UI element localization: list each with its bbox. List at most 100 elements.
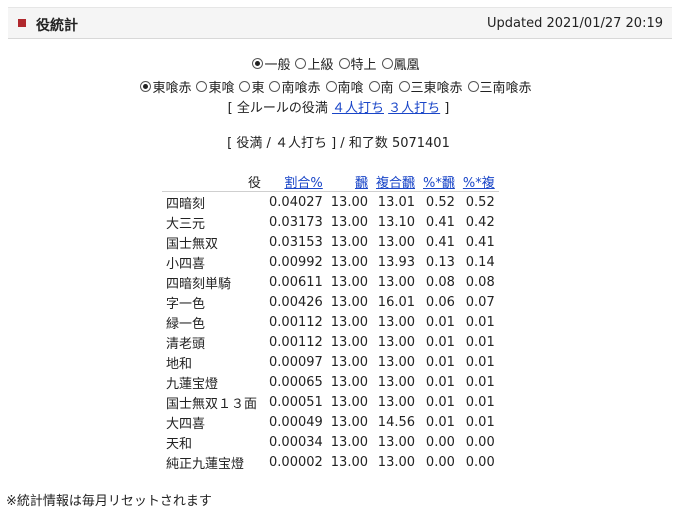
cell-han: 13.00 — [330, 234, 368, 250]
cell-compound-han: 13.00 — [377, 234, 416, 250]
rank-radio-3[interactable]: 鳳凰 — [381, 54, 420, 73]
table-row: 大四喜 0.00049 13.00 14.56 0.01 0.01 — [162, 412, 499, 432]
cell-ratio: 0.00034 — [269, 434, 323, 450]
rule-radio-5[interactable]: 南 — [368, 77, 394, 96]
rule-radio-3[interactable]: 南喰赤 — [269, 77, 321, 96]
radio-circle-icon — [269, 81, 281, 92]
cell-ratio: 0.00051 — [269, 394, 323, 410]
cell-pct-han: 0.01 — [425, 414, 455, 430]
cell-compound-han: 13.00 — [377, 434, 416, 450]
col-header-yaku: 役 — [248, 175, 262, 191]
col-header-han[interactable]: 飜 — [327, 171, 372, 192]
all-rules-3p-link[interactable]: ３人打ち — [388, 101, 440, 116]
cell-compound-han: 16.01 — [377, 294, 416, 310]
rule-radio-2[interactable]: 東 — [239, 77, 264, 96]
cell-ratio: 0.03153 — [269, 234, 323, 250]
bracket-close: ] — [444, 101, 450, 116]
cell-compound-han: 13.93 — [377, 254, 416, 270]
rank-radio-1[interactable]: 上級 — [295, 54, 334, 73]
rule-radio-label: 南 — [380, 81, 394, 96]
cell-pct-han: 0.01 — [425, 354, 455, 370]
cell-compound-han: 13.00 — [377, 374, 416, 390]
col-header-compound-han[interactable]: 複合飜 — [372, 171, 419, 192]
cell-pct-compound: 0.08 — [465, 274, 495, 290]
cell-pct-compound: 0.42 — [465, 214, 495, 230]
rank-radio-0[interactable]: 一般 — [252, 54, 290, 73]
rule-radio-0[interactable]: 東喰赤 — [140, 77, 191, 96]
rule-filter: 東喰赤 東喰 東 南喰赤 南喰 南 三東喰赤 三南喰赤 — [0, 77, 677, 96]
cell-yaku: 国士無双１３面 — [166, 396, 258, 412]
summary-line: [ 役満 / ４人打ち ] / 和了数 5071401 — [0, 132, 677, 151]
rule-radio-label: 東喰 — [208, 81, 235, 96]
rule-radio-4[interactable]: 南喰 — [325, 77, 364, 96]
cell-pct-han: 0.00 — [425, 454, 455, 470]
cell-pct-han: 0.00 — [425, 434, 455, 450]
cell-han: 13.00 — [330, 374, 368, 390]
rule-radio-label: 南喰赤 — [281, 81, 321, 96]
cell-ratio: 0.00065 — [269, 374, 323, 390]
cell-yaku: 清老頭 — [166, 336, 206, 352]
rule-radio-1[interactable]: 東喰 — [196, 77, 234, 96]
cell-pct-compound: 0.07 — [465, 294, 495, 310]
cell-pct-compound: 0.14 — [465, 254, 495, 270]
table-row: 地和 0.00097 13.00 13.00 0.01 0.01 — [162, 352, 499, 372]
cell-yaku: 四暗刻単騎 — [166, 276, 232, 292]
cell-ratio: 0.00112 — [269, 334, 323, 350]
summary-text: [ 役満 / ４人打ち ] / 和了数 5071401 — [227, 136, 450, 151]
cell-compound-han: 13.00 — [377, 394, 416, 410]
rank-radio-label: 上級 — [307, 58, 334, 73]
radio-circle-icon — [398, 81, 410, 92]
cell-pct-han: 0.01 — [425, 374, 455, 390]
table-row: 天和 0.00034 13.00 13.00 0.00 0.00 — [162, 432, 499, 452]
table-row: 清老頭 0.00112 13.00 13.00 0.01 0.01 — [162, 332, 499, 352]
cell-pct-compound: 0.01 — [465, 414, 495, 430]
cell-yaku: 大三元 — [166, 216, 206, 232]
rule-radio-7[interactable]: 三南喰赤 — [467, 77, 532, 96]
cell-compound-han: 13.01 — [377, 194, 416, 210]
cell-han: 13.00 — [330, 294, 368, 310]
yaku-stats-table: 役 割合% 飜 複合飜 %*飜 %*複 四暗刻 0.04027 13.00 13.01… — [162, 171, 499, 472]
cell-pct-han: 0.01 — [425, 394, 455, 410]
radio-circle-icon — [368, 81, 380, 92]
cell-ratio: 0.04027 — [269, 194, 323, 210]
radio-circle-icon — [381, 58, 393, 69]
cell-compound-han: 13.00 — [377, 334, 416, 350]
cell-ratio: 0.03173 — [269, 214, 323, 230]
cell-yaku: 小四喜 — [166, 256, 206, 272]
bracket-open: [ — [227, 101, 233, 116]
table-row: 緑一色 0.00112 13.00 13.00 0.01 0.01 — [162, 312, 499, 332]
cell-pct-compound: 0.01 — [465, 374, 495, 390]
rank-radio-label: 鳳凰 — [393, 58, 420, 73]
cell-han: 13.00 — [330, 414, 368, 430]
cell-han: 13.00 — [330, 394, 368, 410]
cell-pct-han: 0.01 — [425, 334, 455, 350]
cell-han: 13.00 — [330, 194, 368, 210]
rule-radio-6[interactable]: 三東喰赤 — [398, 77, 463, 96]
col-header-pct-compound[interactable]: %*複 — [459, 171, 499, 192]
cell-compound-han: 13.00 — [377, 354, 416, 370]
cell-pct-compound: 0.01 — [465, 334, 495, 350]
title-marker-icon — [18, 19, 26, 27]
table-row: 国士無双 0.03153 13.00 13.00 0.41 0.41 — [162, 232, 499, 252]
table-row: 純正九蓮宝燈 0.00002 13.00 13.00 0.00 0.00 — [162, 452, 499, 472]
table-header-row: 役 割合% 飜 複合飜 %*飜 %*複 — [162, 171, 499, 192]
cell-ratio: 0.00112 — [269, 314, 323, 330]
rank-radio-2[interactable]: 特上 — [338, 54, 377, 73]
cell-yaku: 国士無双 — [166, 236, 219, 252]
col-header-pct-han[interactable]: %*飜 — [419, 171, 459, 192]
cell-han: 13.00 — [330, 354, 368, 370]
cell-pct-compound: 0.01 — [465, 394, 495, 410]
cell-yaku: 九蓮宝燈 — [166, 376, 219, 392]
cell-han: 13.00 — [330, 334, 368, 350]
radio-circle-icon — [239, 81, 251, 92]
rank-radio-label: 一般 — [264, 58, 291, 73]
all-rules-4p-link[interactable]: ４人打ち — [332, 101, 384, 116]
cell-yaku: 地和 — [166, 356, 193, 372]
radio-circle-icon — [140, 81, 152, 92]
col-header-ratio[interactable]: 割合% — [265, 171, 327, 192]
cell-yaku: 純正九蓮宝燈 — [166, 456, 245, 472]
cell-han: 13.00 — [330, 214, 368, 230]
table-row: 字一色 0.00426 13.00 16.01 0.06 0.07 — [162, 292, 499, 312]
cell-compound-han: 14.56 — [377, 414, 416, 430]
radio-circle-icon — [325, 81, 337, 92]
